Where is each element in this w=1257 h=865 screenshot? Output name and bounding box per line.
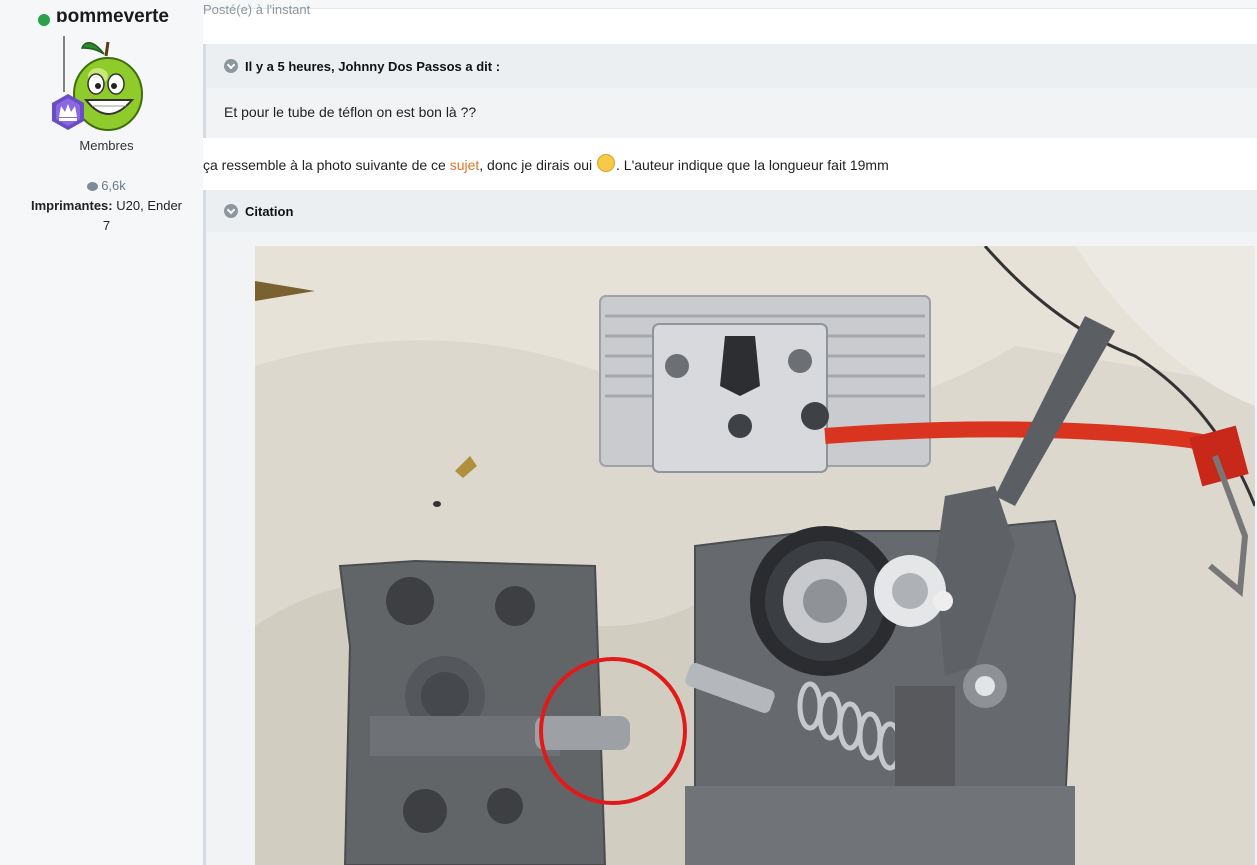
quote-header[interactable]: Il y a 5 heures, Johnny Dos Passos a dit… xyxy=(206,44,1257,88)
post-count: 6,6k xyxy=(0,178,213,193)
author-role: Membres xyxy=(79,138,134,153)
quote-body: Et pour le tube de téflon on est bon là … xyxy=(224,104,477,120)
quoted-photo[interactable] xyxy=(255,246,1255,865)
post-paragraph: ça ressemble à la photo suivante de ce s… xyxy=(203,154,889,173)
paragraph-text-1: ça ressemble à la photo suivante de ce xyxy=(203,157,450,173)
grinning-sweat-emoji-icon xyxy=(597,154,616,172)
printers-value: U20, Ender 7 xyxy=(102,198,183,233)
topic-link[interactable]: sujet xyxy=(450,157,480,173)
citation-header[interactable]: Citation xyxy=(206,190,1257,232)
post-count-value: 6,6k xyxy=(101,178,126,193)
quote-citation: Il y a 5 heures, Johnny Dos Passos a dit… xyxy=(245,58,501,74)
paragraph-text-2: , donc je dirais oui xyxy=(479,157,597,173)
citation-title: Citation xyxy=(245,203,294,219)
paragraph-text-3: . L'auteur indique que la longueur fait … xyxy=(616,157,889,173)
chevron-down-icon[interactable] xyxy=(224,59,238,73)
author-printers: Imprimantes: U20, Ender 7 xyxy=(30,196,183,236)
comment-bubble-icon xyxy=(87,182,99,191)
crown-rank-badge-icon xyxy=(48,92,88,132)
quote-block: Il y a 5 heures, Johnny Dos Passos a dit… xyxy=(203,44,1257,138)
author-sidebar: pommeverte Membres 6,6k Imprimantes: U20… xyxy=(0,8,203,865)
online-status-icon xyxy=(38,14,50,26)
printers-label: Imprimantes: xyxy=(30,198,113,213)
author-name[interactable]: pommeverte xyxy=(56,8,169,22)
citation-block: Citation xyxy=(203,190,1257,865)
chevron-down-icon[interactable] xyxy=(224,204,238,218)
post-timestamp[interactable]: Posté(e) à l'instant xyxy=(203,2,310,17)
